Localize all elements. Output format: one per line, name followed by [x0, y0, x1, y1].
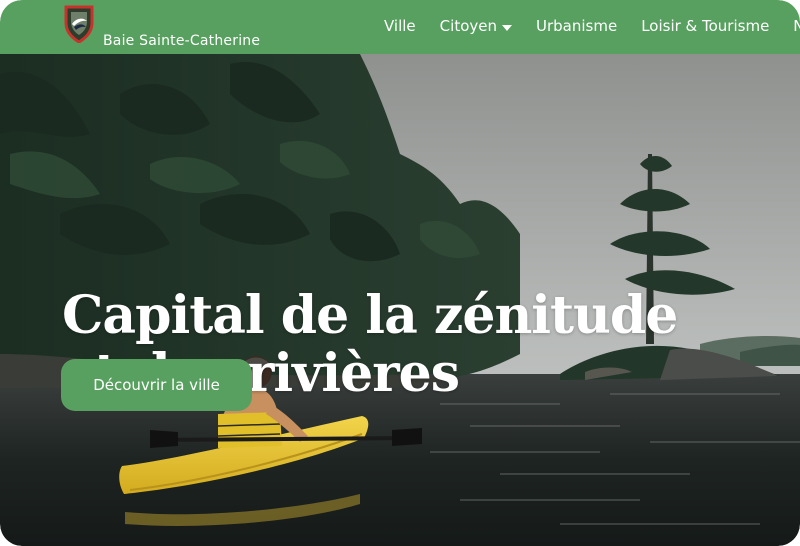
nav-item-loisir-tourisme[interactable]: Loisir & Tourisme [641, 17, 769, 35]
hero-headline-line1: Capital de la zénitude [62, 285, 678, 346]
municipal-crest-icon [64, 5, 94, 43]
hero-section: Capital de la zénitude et des rivières [0, 54, 800, 546]
nav-item-urbanisme[interactable]: Urbanisme [536, 17, 617, 35]
nav-item-truncated[interactable]: N [793, 17, 800, 35]
chevron-down-icon [501, 24, 512, 31]
nav-item-citoyen[interactable]: Citoyen [440, 17, 512, 35]
main-nav: Ville Citoyen Urbanisme Loisir & Tourism… [384, 17, 800, 35]
site-header: Baie Sainte-Catherine Ville Citoyen Urba… [0, 0, 800, 54]
page: Baie Sainte-Catherine Ville Citoyen Urba… [0, 0, 800, 546]
nav-item-ville[interactable]: Ville [384, 17, 416, 35]
brand-name: Baie Sainte-Catherine [103, 33, 261, 49]
nav-item-citoyen-label: Citoyen [439, 17, 497, 35]
discover-city-button[interactable]: Découvrir la ville [61, 359, 252, 411]
